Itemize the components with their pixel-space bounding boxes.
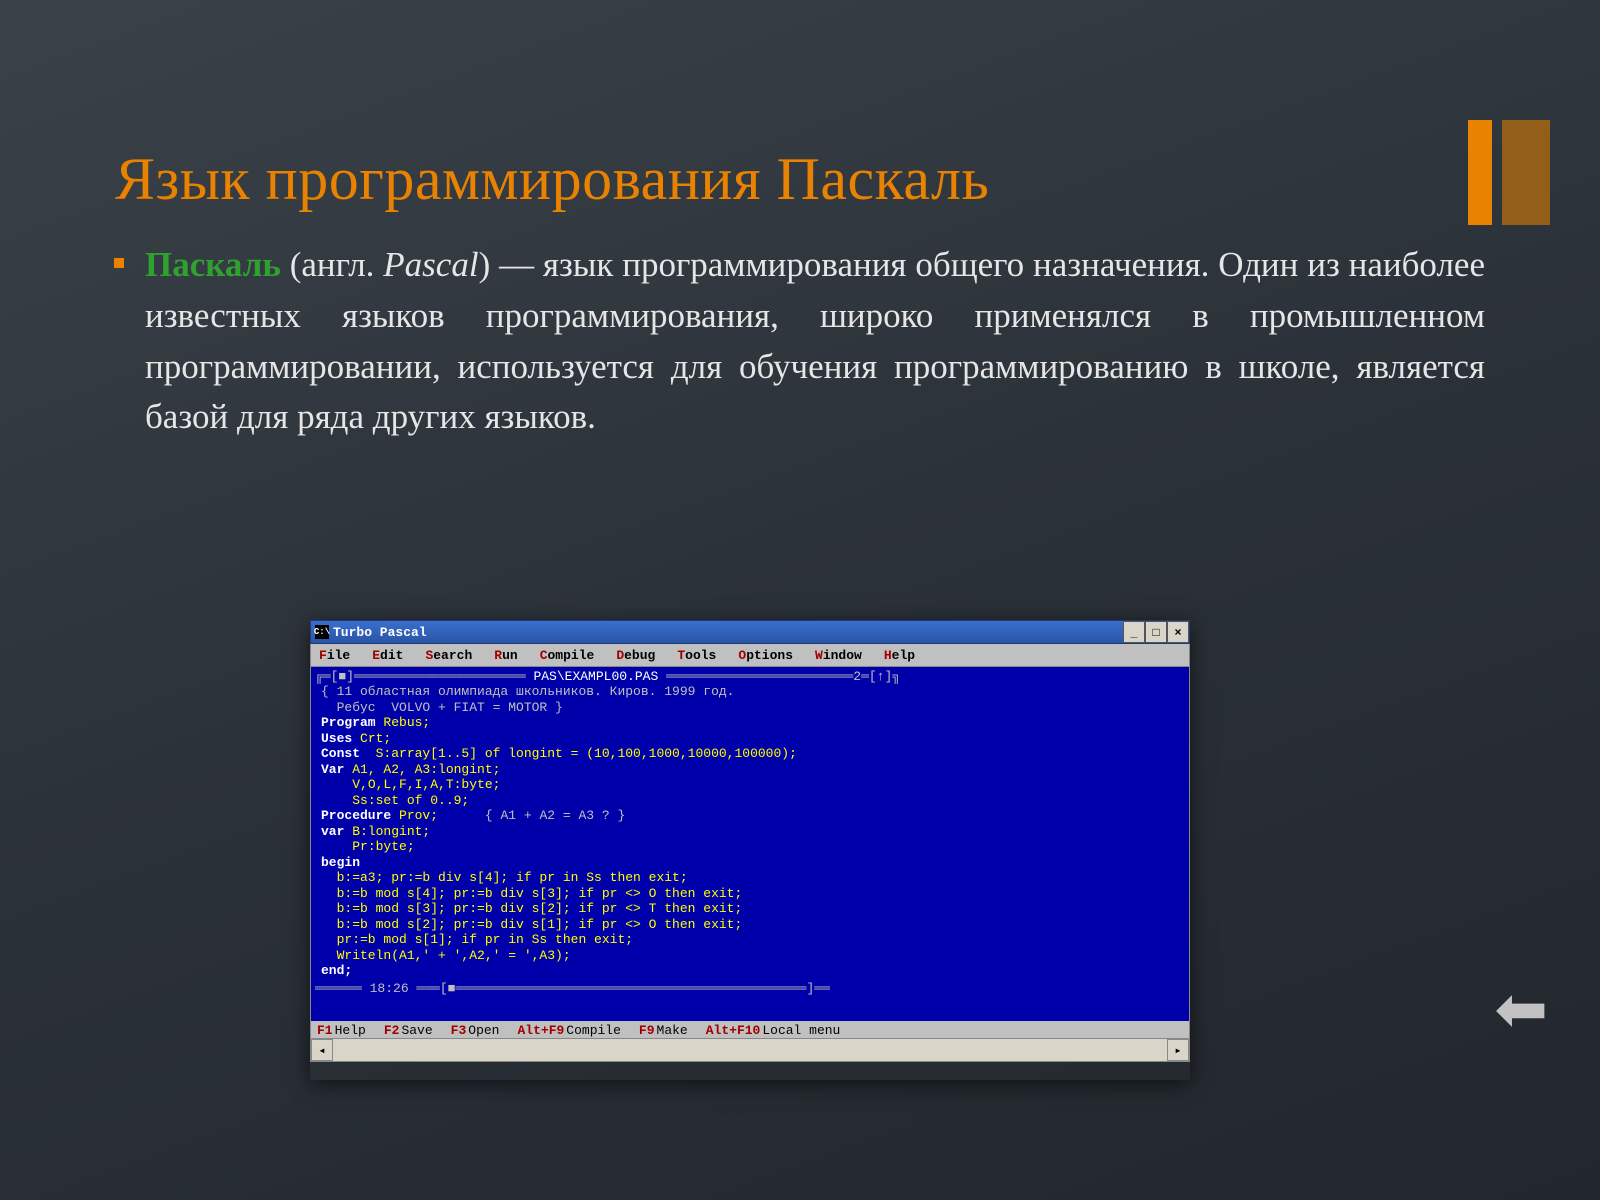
- scroll-right-button[interactable]: ▸: [1167, 1039, 1189, 1061]
- maximize-button[interactable]: □: [1145, 621, 1167, 643]
- corner-accent: [1468, 120, 1550, 225]
- editor-clock-line: ══════ 18:26 ═══[■══════════════════════…: [315, 981, 1185, 996]
- horizontal-scrollbar[interactable]: ◂ ▸: [311, 1038, 1189, 1061]
- menu-help[interactable]: Help: [884, 648, 915, 663]
- menu-edit[interactable]: Edit: [372, 648, 403, 663]
- menu-options[interactable]: Options: [738, 648, 793, 663]
- paren-open: (англ.: [281, 245, 383, 284]
- menu-run[interactable]: Run: [494, 648, 517, 663]
- turbo-pascal-window: C:\ Turbo Pascal _ □ × File Edit Search …: [310, 620, 1190, 1080]
- bullet-icon: [114, 258, 124, 268]
- menu-compile[interactable]: Compile: [540, 648, 595, 663]
- status-bar: F1Help F2Save F3Open Alt+F9Compile F9Mak…: [311, 1021, 1189, 1039]
- app-icon: C:\: [315, 625, 329, 639]
- source-code[interactable]: { 11 областная олимпиада школьников. Кир…: [321, 684, 1185, 979]
- menu-debug[interactable]: Debug: [616, 648, 655, 663]
- term-italic: Pascal: [383, 245, 478, 284]
- close-button[interactable]: ×: [1167, 621, 1189, 643]
- window-titlebar[interactable]: C:\ Turbo Pascal _ □ ×: [310, 620, 1190, 644]
- editor-area[interactable]: ╔═[■]══════════════════════ PAS\EXAMPL00…: [310, 667, 1190, 1062]
- menu-file[interactable]: File: [319, 648, 350, 663]
- slide-title: Язык программирования Паскаль: [115, 145, 1400, 214]
- menu-window[interactable]: Window: [815, 648, 862, 663]
- menu-bar: File Edit Search Run Compile Debug Tools…: [310, 644, 1190, 667]
- body-paragraph: Паскаль (англ. Pascal) — язык программир…: [115, 240, 1485, 443]
- window-title: Turbo Pascal: [333, 625, 427, 640]
- menu-search[interactable]: Search: [425, 648, 472, 663]
- menu-tools[interactable]: Tools: [677, 648, 716, 663]
- minimize-button[interactable]: _: [1123, 621, 1145, 643]
- scroll-left-button[interactable]: ◂: [311, 1039, 333, 1061]
- back-arrow-icon[interactable]: ⬅: [1494, 978, 1548, 1042]
- editor-frame-top: ╔═[■]══════════════════════ PAS\EXAMPL00…: [315, 669, 1185, 684]
- term-strong: Паскаль: [145, 245, 281, 284]
